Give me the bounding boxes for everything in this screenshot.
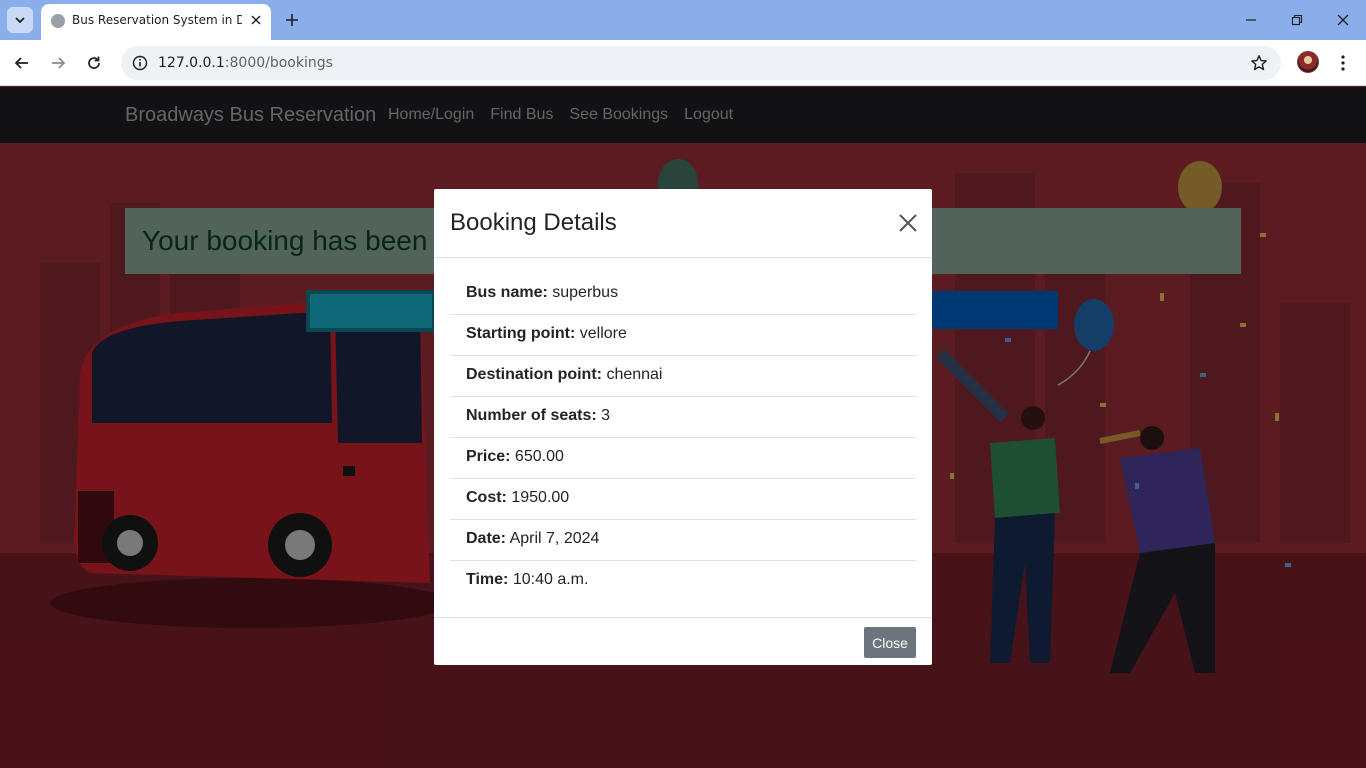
modal-close-x-button[interactable] — [895, 210, 921, 236]
minimize-button[interactable] — [1239, 8, 1263, 32]
info-icon — [132, 55, 148, 71]
detail-value: chennai — [606, 366, 663, 383]
detail-label: Destination point: — [466, 366, 602, 383]
detail-value: 3 — [601, 407, 611, 424]
tab-search-button[interactable] — [7, 7, 33, 33]
modal-footer: Close — [434, 617, 932, 665]
bookmark-button[interactable] — [1249, 53, 1269, 73]
forward-button[interactable] — [46, 51, 70, 75]
globe-icon — [51, 14, 65, 28]
browser-menu-button[interactable] — [1333, 51, 1353, 75]
detail-bus-name: Bus name: superbus — [450, 274, 916, 315]
reload-button[interactable] — [82, 51, 106, 75]
window-close-button[interactable] — [1331, 8, 1355, 32]
url-text: 127.0.0.1:8000/bookings — [158, 55, 333, 71]
address-bar[interactable]: 127.0.0.1:8000/bookings — [121, 46, 1281, 80]
star-icon — [1251, 55, 1267, 71]
detail-value: superbus — [552, 284, 619, 301]
detail-value: 1950.00 — [511, 489, 570, 506]
detail-label: Cost: — [466, 489, 507, 506]
booking-details-modal: Booking Details Bus name: superbus Start… — [434, 189, 932, 665]
browser-tab[interactable]: Bus Reservation System in Djan — [41, 4, 271, 40]
detail-date: Date: April 7, 2024 — [450, 520, 916, 561]
detail-price: Price: 650.00 — [450, 438, 916, 479]
new-tab-button[interactable] — [283, 11, 301, 29]
detail-label: Date: — [466, 530, 507, 547]
url-host: 127.0.0.1 — [158, 55, 225, 71]
detail-label: Price: — [466, 448, 511, 465]
close-icon — [899, 214, 917, 232]
detail-value: April 7, 2024 — [509, 530, 600, 547]
chevron-down-icon — [15, 17, 25, 24]
plus-icon — [286, 14, 298, 26]
detail-label: Number of seats: — [466, 407, 597, 424]
site-info-button[interactable] — [128, 51, 152, 75]
detail-starting-point: Starting point: vellore — [450, 315, 916, 356]
detail-label: Bus name: — [466, 284, 548, 301]
back-button[interactable] — [10, 51, 34, 75]
detail-value: 650.00 — [514, 448, 564, 465]
browser-toolbar: 127.0.0.1:8000/bookings — [0, 40, 1366, 86]
url-path: :8000/bookings — [224, 55, 333, 71]
detail-label: Starting point: — [466, 325, 576, 342]
tab-title: Bus Reservation System in Djan — [72, 13, 242, 27]
detail-value: 10:40 a.m. — [512, 571, 589, 588]
reload-icon — [88, 56, 100, 69]
restore-icon — [1291, 14, 1303, 26]
browser-tabbar: Bus Reservation System in Djan — [0, 0, 1366, 40]
tab-close-button[interactable] — [248, 12, 264, 28]
more-vert-icon — [1341, 55, 1345, 71]
profile-avatar[interactable] — [1297, 51, 1319, 73]
detail-destination-point: Destination point: chennai — [450, 356, 916, 397]
close-icon — [1337, 14, 1349, 26]
restore-button[interactable] — [1285, 8, 1309, 32]
modal-header: Booking Details — [434, 189, 932, 258]
detail-time: Time: 10:40 a.m. — [450, 561, 916, 602]
minimize-icon — [1246, 19, 1256, 21]
detail-number-of-seats: Number of seats: 3 — [450, 397, 916, 438]
arrow-left-icon — [14, 57, 28, 69]
close-icon — [251, 15, 261, 25]
modal-title: Booking Details — [450, 209, 617, 236]
detail-label: Time: — [466, 571, 509, 588]
booking-details-list: Bus name: superbus Starting point: vello… — [450, 274, 916, 602]
detail-cost: Cost: 1950.00 — [450, 479, 916, 520]
close-button[interactable]: Close — [864, 627, 916, 658]
detail-value: vellore — [579, 325, 627, 342]
arrow-right-icon — [52, 57, 66, 69]
